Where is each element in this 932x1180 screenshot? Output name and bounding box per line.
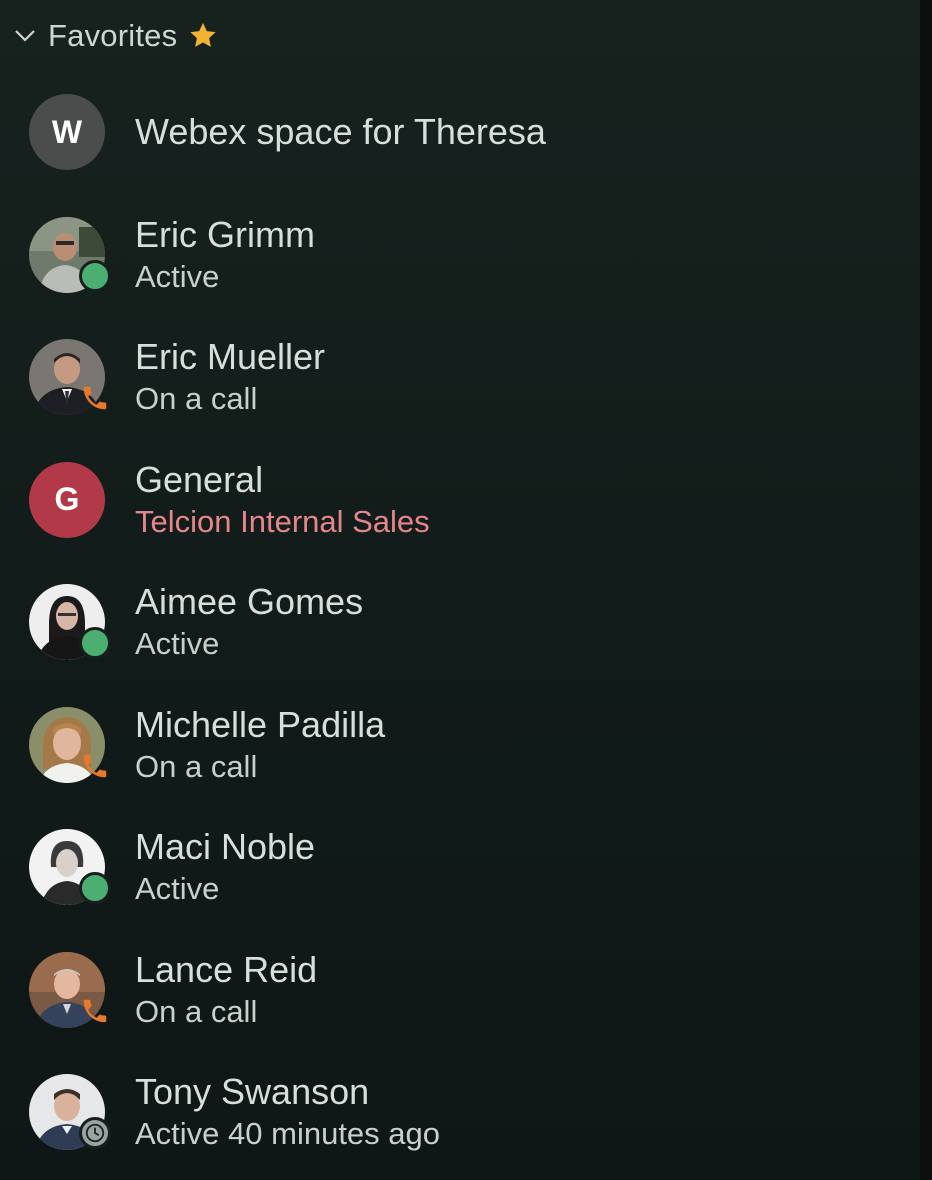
item-name: Eric Grimm [135, 213, 315, 255]
avatar-letter: G [54, 481, 80, 517]
item-status: On a call [135, 748, 258, 784]
avatar [29, 829, 111, 905]
list-item[interactable]: Eric Mueller On a call [0, 317, 920, 440]
item-name: Tony Swanson [135, 1071, 370, 1112]
window-edge [920, 0, 932, 1180]
item-name: Maci Noble [135, 826, 316, 867]
avatar [29, 951, 107, 1028]
item-status: Active [135, 258, 220, 294]
item-status: On a call [135, 381, 258, 416]
list-item[interactable]: Lance Reid On a call [0, 930, 920, 1053]
list-item[interactable]: Eric Grimm Active [0, 195, 920, 318]
list-item[interactable]: Maci Noble Active [0, 807, 920, 930]
list-item[interactable]: Aimee Gomes Active [0, 562, 920, 685]
list-item[interactable]: W Webex space for Theresa [0, 72, 920, 195]
team-name: Telcion Internal Sales [135, 503, 430, 539]
avatar [29, 216, 111, 293]
avatar [29, 339, 107, 415]
phone-icon [79, 382, 111, 414]
active-status-icon [79, 259, 111, 292]
star-icon [187, 20, 219, 52]
phone-icon [79, 995, 111, 1027]
favorites-list: W Webex space for Theresa Eric Grimm Act… [0, 72, 920, 1175]
avatar-letter: W [51, 113, 83, 150]
avatar [29, 706, 107, 783]
item-name: Eric Mueller [135, 336, 326, 377]
list-item[interactable]: Michelle Padilla On a call [0, 685, 920, 808]
phone-icon [79, 750, 111, 782]
avatar: W [29, 94, 105, 170]
favorites-section-header[interactable]: Favorites [12, 14, 219, 58]
item-name: General [135, 458, 264, 500]
item-status: Active 40 minutes ago [135, 1116, 441, 1151]
avatar [29, 584, 111, 660]
avatar [29, 1074, 111, 1150]
clock-icon [79, 1117, 111, 1149]
item-name: Aimee Gomes [135, 581, 364, 622]
item-status: Active [135, 626, 220, 661]
item-status: Active [135, 871, 220, 906]
space-avatar: G [29, 461, 105, 538]
avatar: G [29, 461, 105, 538]
space-avatar: W [29, 94, 105, 170]
item-name: Michelle Padilla [135, 703, 386, 745]
active-status-icon [79, 627, 111, 659]
section-title: Favorites [48, 18, 178, 53]
active-status-icon [79, 872, 111, 904]
chevron-down-icon[interactable] [12, 23, 38, 49]
list-item[interactable]: G General Telcion Internal Sales [0, 440, 920, 563]
item-name: Lance Reid [135, 948, 318, 990]
item-name: Webex space for Theresa [135, 111, 546, 152]
list-item[interactable]: Tony Swanson Active 40 minutes ago [0, 1052, 920, 1175]
item-status: On a call [135, 993, 258, 1029]
